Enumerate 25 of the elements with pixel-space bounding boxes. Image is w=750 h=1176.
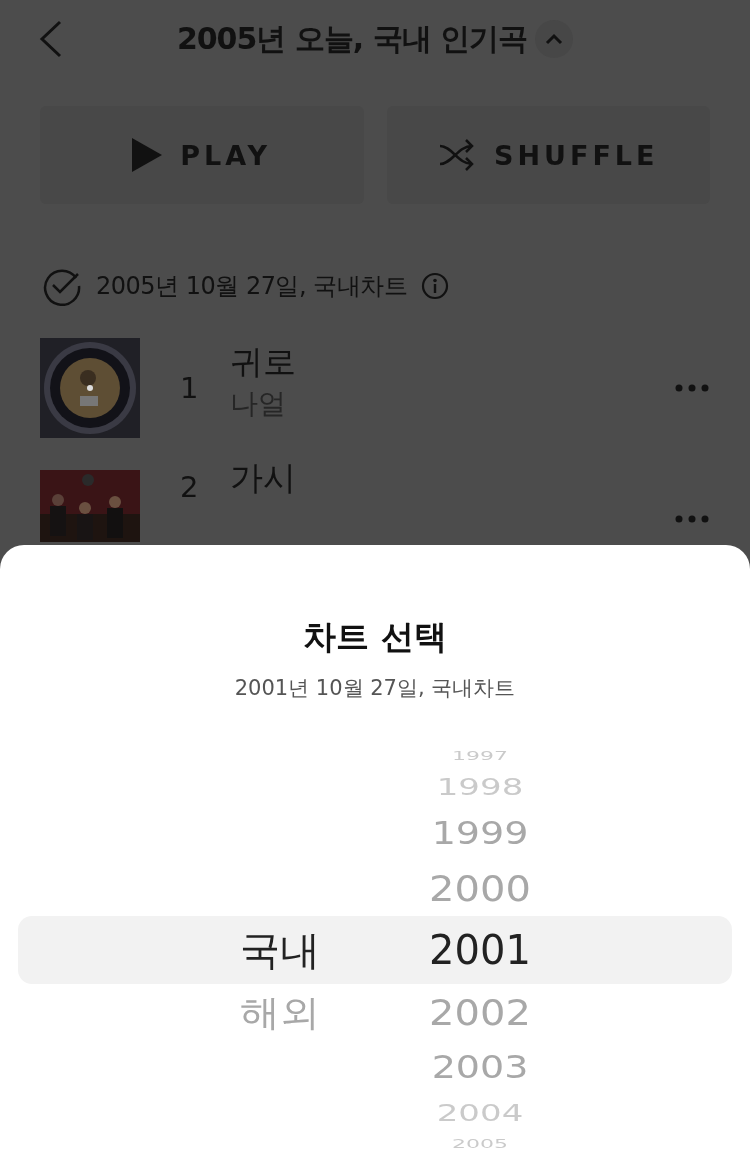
info-icon[interactable] — [421, 272, 450, 300]
year-option[interactable]: 2003 — [431, 1044, 529, 1090]
region-option[interactable]: 국내 — [240, 917, 320, 983]
back-icon[interactable] — [38, 20, 64, 58]
year-option[interactable]: 2000 — [429, 861, 531, 915]
play-button[interactable]: PLAY — [40, 106, 364, 204]
track-rank: 2 — [180, 470, 200, 504]
caret-icon — [545, 33, 564, 45]
year-option[interactable]: 2002 — [429, 985, 531, 1039]
play-icon — [132, 138, 163, 172]
chart-date: 2005년 10월 27일, 국내차트 — [96, 271, 408, 302]
year-option[interactable]: 1999 — [431, 810, 529, 856]
track-title: 귀로 — [230, 340, 297, 383]
more-icon[interactable] — [674, 383, 710, 393]
track-title: 가시 — [230, 457, 297, 499]
page-title: 2005년 오늘, 국내 인기곡 — [176, 19, 528, 58]
year-option[interactable]: 2001 — [429, 917, 531, 983]
region-option[interactable]: 해외 — [240, 985, 320, 1039]
sheet-subtitle: 2001년 10월 27일, 국내차트 — [234, 675, 516, 702]
track-rank: 1 — [180, 371, 200, 405]
sheet-title: 차트 선택 — [303, 616, 447, 658]
shuffle-icon — [438, 138, 476, 172]
collapse-button[interactable] — [535, 20, 574, 58]
shuffle-button[interactable]: SHUFFLE — [386, 106, 710, 204]
more-icon[interactable] — [674, 514, 710, 524]
